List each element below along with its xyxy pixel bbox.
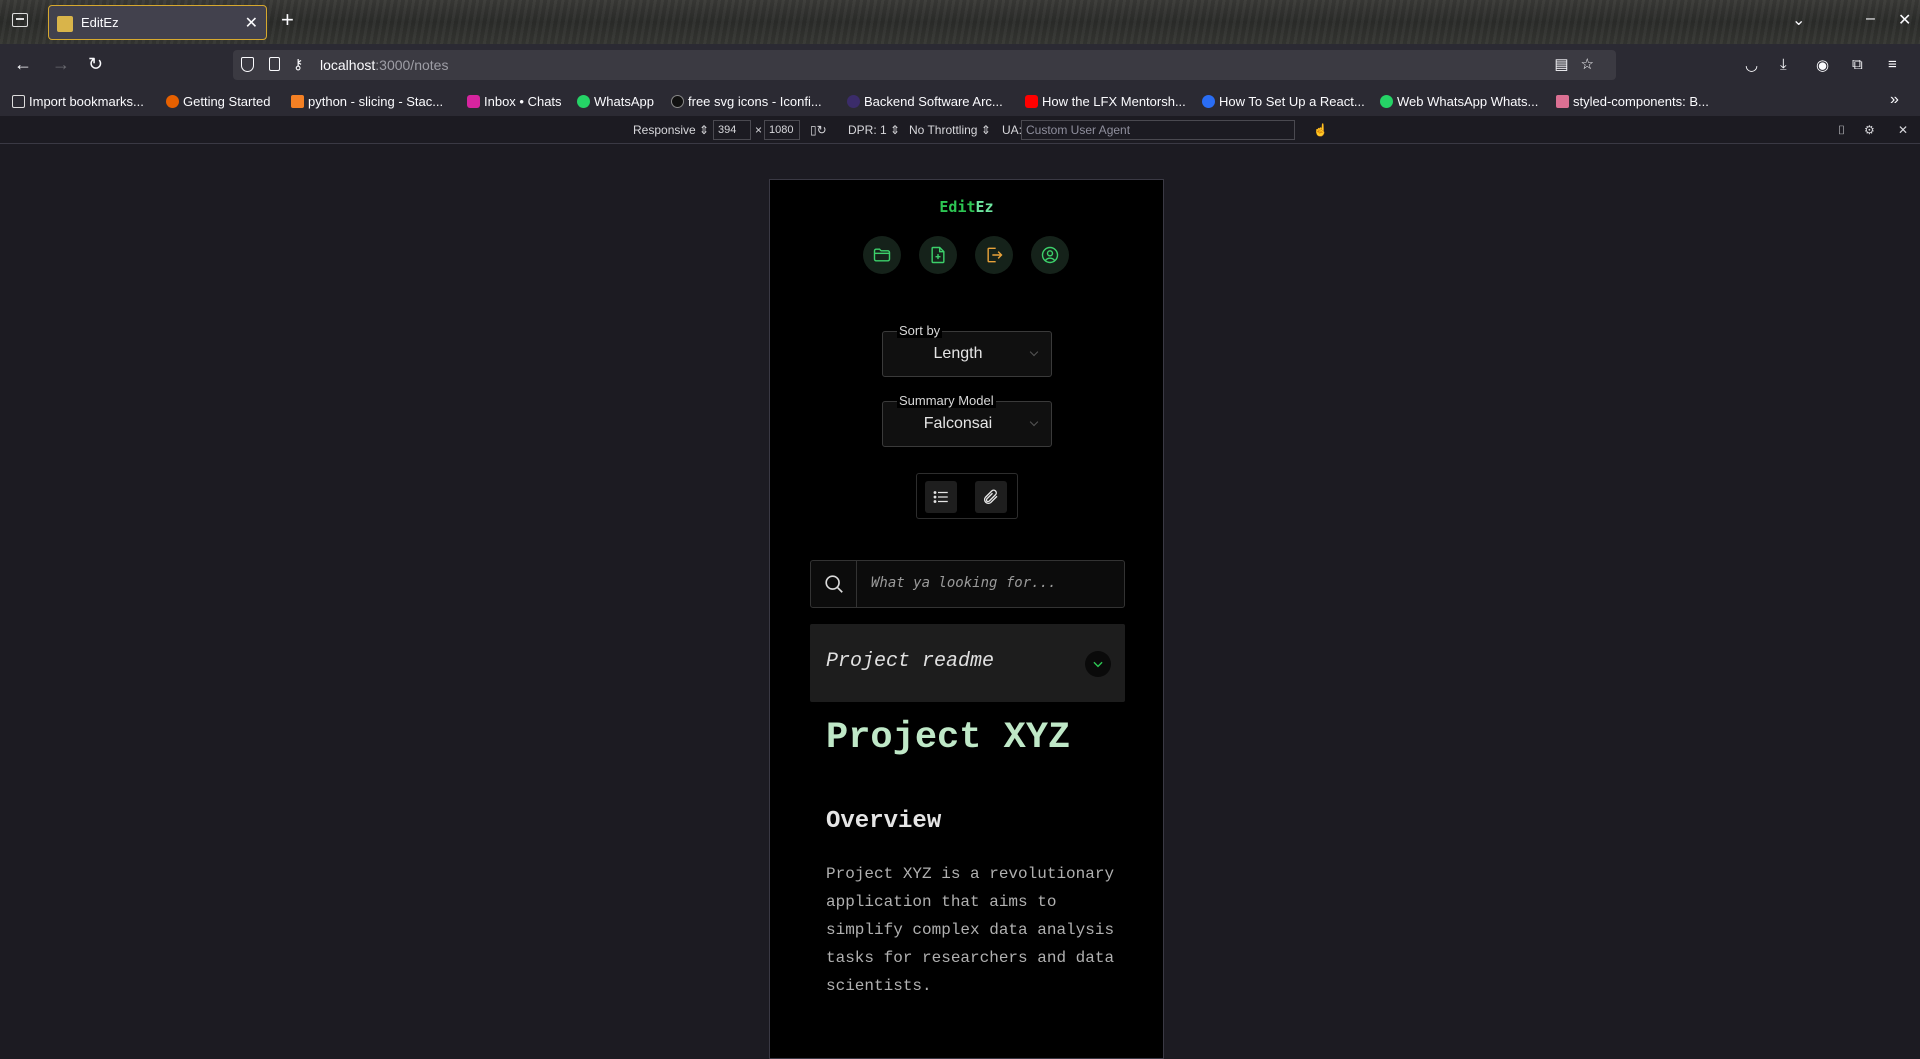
brand-part-2: Ez (975, 198, 994, 216)
ua-label: UA: (1002, 123, 1023, 137)
folder-button[interactable] (863, 236, 901, 274)
digitalocean-icon (1202, 95, 1215, 108)
bookmark-item[interactable]: styled-components: B... (1556, 94, 1709, 109)
note-heading-2: Overview (826, 808, 942, 835)
brand-title: EditEz (770, 198, 1163, 216)
bookmark-item[interactable]: Backend Software Arc... (847, 94, 1003, 109)
close-rdm-icon[interactable]: ✕ (1898, 123, 1908, 137)
page-info-icon[interactable] (269, 57, 280, 71)
device-select[interactable]: Responsive ⇕ (633, 123, 709, 137)
summary-model-select[interactable]: Summary Model Falconsai (882, 393, 1052, 447)
url-text[interactable]: localhost:3000/notes (320, 57, 448, 73)
view-toggle-group (916, 473, 1018, 519)
bookmark-item[interactable]: WhatsApp (577, 94, 654, 109)
minimize-icon[interactable]: – (1866, 10, 1875, 28)
extensions-icon[interactable]: ⧉ (1852, 56, 1863, 73)
sort-select[interactable]: Sort by Length (882, 323, 1052, 377)
bookmark-item[interactable]: Web WhatsApp Whats... (1380, 94, 1538, 109)
pocket-icon[interactable]: ◡ (1745, 56, 1758, 74)
tab-close-icon[interactable]: ✕ (245, 13, 258, 33)
whatsapp-web-icon (1380, 95, 1393, 108)
sort-value: Length (933, 345, 983, 362)
back-icon[interactable]: ← (14, 54, 32, 75)
viewport-width-input[interactable]: 394 (713, 120, 751, 140)
page-viewport: EditEz Sort by Length Summary Model Falc… (0, 144, 1920, 1059)
dpr-select[interactable]: DPR: 1 ⇕ (848, 123, 900, 137)
bookmark-item[interactable]: Import bookmarks... (12, 94, 144, 109)
brand-part-1: Edit (939, 198, 976, 216)
tab-overflow-chevron-icon[interactable]: ⌄ (1792, 10, 1805, 30)
reader-bookmark-icons[interactable]: ▤☆ (1554, 55, 1606, 73)
note-accordion-header[interactable]: Project readme (810, 624, 1125, 702)
close-window-icon[interactable]: ✕ (1898, 10, 1911, 30)
browser-tab[interactable]: EditEz ✕ (48, 5, 267, 40)
logout-button[interactable] (975, 236, 1013, 274)
browser-tab-bar: EditEz ✕ + ⌄ – ✕ (0, 0, 1920, 44)
throttling-select[interactable]: No Throttling ⇕ (909, 123, 991, 137)
tab-list-icon[interactable] (12, 13, 28, 27)
editez-app: EditEz Sort by Length Summary Model Falc… (769, 179, 1164, 1059)
whatsapp-icon (577, 95, 590, 108)
file-plus-icon (931, 246, 945, 264)
bookmark-item[interactable]: Getting Started (166, 94, 270, 109)
attachment-toggle[interactable] (975, 481, 1007, 513)
bookmark-item[interactable]: free svg icons - Iconfi... (671, 94, 822, 109)
key-icon[interactable]: ⚷ (293, 56, 303, 73)
import-icon (12, 95, 25, 108)
download-icon[interactable]: ⤓ (1780, 56, 1787, 73)
account-icon[interactable]: ◉ (1816, 56, 1829, 74)
reload-icon[interactable]: ↻ (88, 54, 103, 75)
summary-model-label: Summary Model (897, 393, 996, 408)
chevron-down-icon (1093, 661, 1103, 668)
search-icon[interactable] (811, 561, 857, 607)
browser-nav-bar: ← → ↻ ⚷ localhost:3000/notes ▤☆ ◡ ⤓ ◉ ⧉ … (0, 44, 1920, 88)
instagram-icon (467, 95, 480, 108)
responsive-toolbar: Responsive ⇕ 394 × 1080 ▯↻ DPR: 1 ⇕ No T… (0, 116, 1920, 144)
rotate-icon[interactable]: ▯↻ (810, 123, 827, 137)
search-box (810, 560, 1125, 608)
expand-button[interactable] (1085, 651, 1111, 677)
list-icon (933, 491, 948, 503)
search-input[interactable] (871, 575, 1111, 591)
summary-model-value: Falconsai (923, 415, 993, 432)
paperclip-icon (984, 489, 998, 504)
stackoverflow-icon (291, 95, 304, 108)
bookmark-item[interactable]: How To Set Up a React... (1202, 94, 1365, 109)
user-circle-icon (1041, 246, 1059, 264)
backend-site-icon (847, 95, 860, 108)
bookmarks-overflow-icon[interactable]: » (1890, 91, 1899, 109)
sort-label: Sort by (897, 323, 943, 338)
list-view-toggle[interactable] (925, 481, 957, 513)
menu-icon[interactable]: ≡ (1888, 56, 1897, 73)
shield-icon[interactable] (241, 57, 254, 72)
new-note-button[interactable] (919, 236, 957, 274)
note-paragraph: Project XYZ is a revolutionary applicati… (826, 865, 1115, 995)
tab-title: EditEz (81, 15, 119, 30)
bookmarks-bar: Import bookmarks... Getting Started pyth… (0, 88, 1920, 116)
viewport-height-input[interactable]: 1080 (764, 120, 800, 140)
note-title: Project readme (826, 650, 995, 673)
folder-icon (873, 248, 891, 262)
bookmark-item[interactable]: How the LFX Mentorsh... (1025, 94, 1186, 109)
url-bar[interactable]: ⚷ localhost:3000/notes ▤☆ (233, 50, 1616, 80)
youtube-icon (1025, 95, 1038, 108)
forward-icon[interactable]: → (52, 54, 70, 75)
new-tab-icon[interactable]: + (281, 9, 294, 31)
touch-simulation-icon[interactable]: ☝ (1313, 123, 1328, 137)
bookmark-item[interactable]: Inbox • Chats (467, 94, 562, 109)
note-heading-1: Project XYZ (826, 717, 1071, 759)
screenshot-icon[interactable]: ⌷ (1838, 123, 1845, 138)
iconfinder-icon (671, 95, 684, 108)
styled-components-icon (1556, 95, 1569, 108)
firefox-icon (166, 95, 179, 108)
dimension-separator: × (755, 123, 763, 137)
profile-button[interactable] (1031, 236, 1069, 274)
bookmark-item[interactable]: python - slicing - Stac... (291, 94, 443, 109)
user-agent-input[interactable]: Custom User Agent (1021, 120, 1295, 140)
settings-icon[interactable]: ⚙ (1864, 123, 1875, 137)
tab-favicon-icon (57, 16, 73, 32)
logout-icon (987, 247, 1003, 263)
